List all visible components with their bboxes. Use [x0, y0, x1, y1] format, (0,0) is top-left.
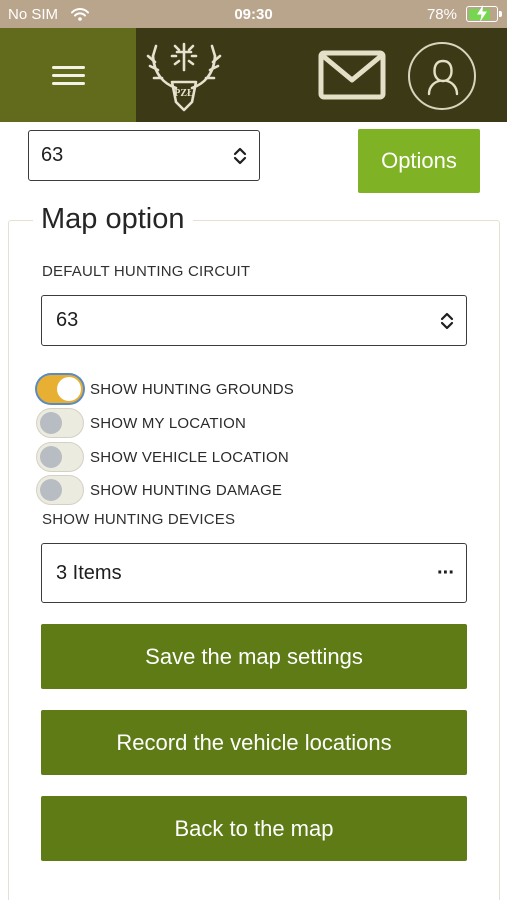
battery-percent: 78%: [426, 6, 457, 23]
battery-icon: [466, 5, 502, 22]
toggle-label: SHOW MY LOCATION: [90, 414, 246, 432]
save-map-settings-button[interactable]: Save the map settings: [41, 624, 467, 689]
charging-bolt-icon: [477, 5, 487, 22]
back-to-map-button[interactable]: Back to the map: [41, 796, 467, 861]
my-location-toggle[interactable]: [36, 408, 84, 438]
toggle-label: SHOW HUNTING DAMAGE: [90, 481, 283, 499]
hunting-circuit-select[interactable]: 63: [28, 130, 260, 181]
record-vehicle-locations-button[interactable]: Record the vehicle locations: [41, 710, 467, 775]
hunting-circuit-value: 63: [41, 144, 64, 166]
hunting-devices-value: 3 Items: [56, 561, 122, 584]
default-circuit-value: 63: [56, 309, 79, 331]
vehicle-location-toggle[interactable]: [36, 442, 84, 472]
envelope-icon: [318, 50, 386, 100]
logo-text: PZŁ: [174, 88, 194, 99]
toggle-row-hunting-damage: SHOW HUNTING DAMAGE: [36, 474, 282, 506]
toggle-row-my-location: SHOW MY LOCATION: [36, 407, 246, 439]
toggle-label: SHOW HUNTING GROUNDS: [90, 380, 294, 398]
map-option-title: Map option: [33, 203, 193, 236]
default-circuit-label: DEFAULT HUNTING CIRCUIT: [42, 263, 251, 280]
messages-button[interactable]: [318, 50, 386, 107]
toggle-row-vehicle-location: SHOW VEHICLE LOCATION: [36, 441, 289, 473]
menu-button[interactable]: [0, 28, 136, 122]
hunting-devices-label: SHOW HUNTING DEVICES: [42, 511, 236, 528]
app-header: PZŁ: [0, 28, 507, 122]
options-button[interactable]: Options: [358, 129, 480, 193]
default-circuit-select[interactable]: 63: [41, 295, 467, 346]
chevron-updown-icon: [233, 147, 247, 164]
hunting-grounds-toggle[interactable]: [36, 374, 84, 404]
hunting-damage-toggle[interactable]: [36, 475, 84, 505]
hunting-devices-select[interactable]: 3 Items ···: [41, 543, 467, 603]
toggle-row-hunting-grounds: SHOW HUNTING GROUNDS: [36, 373, 294, 405]
more-icon: ···: [437, 561, 455, 584]
pzl-logo: PZŁ: [146, 36, 222, 119]
toggle-label: SHOW VEHICLE LOCATION: [90, 448, 289, 466]
chevron-updown-icon: [440, 312, 454, 329]
profile-button[interactable]: [408, 42, 476, 110]
status-bar: No SIM 09:30 78%: [0, 0, 507, 28]
user-icon: [427, 59, 459, 96]
